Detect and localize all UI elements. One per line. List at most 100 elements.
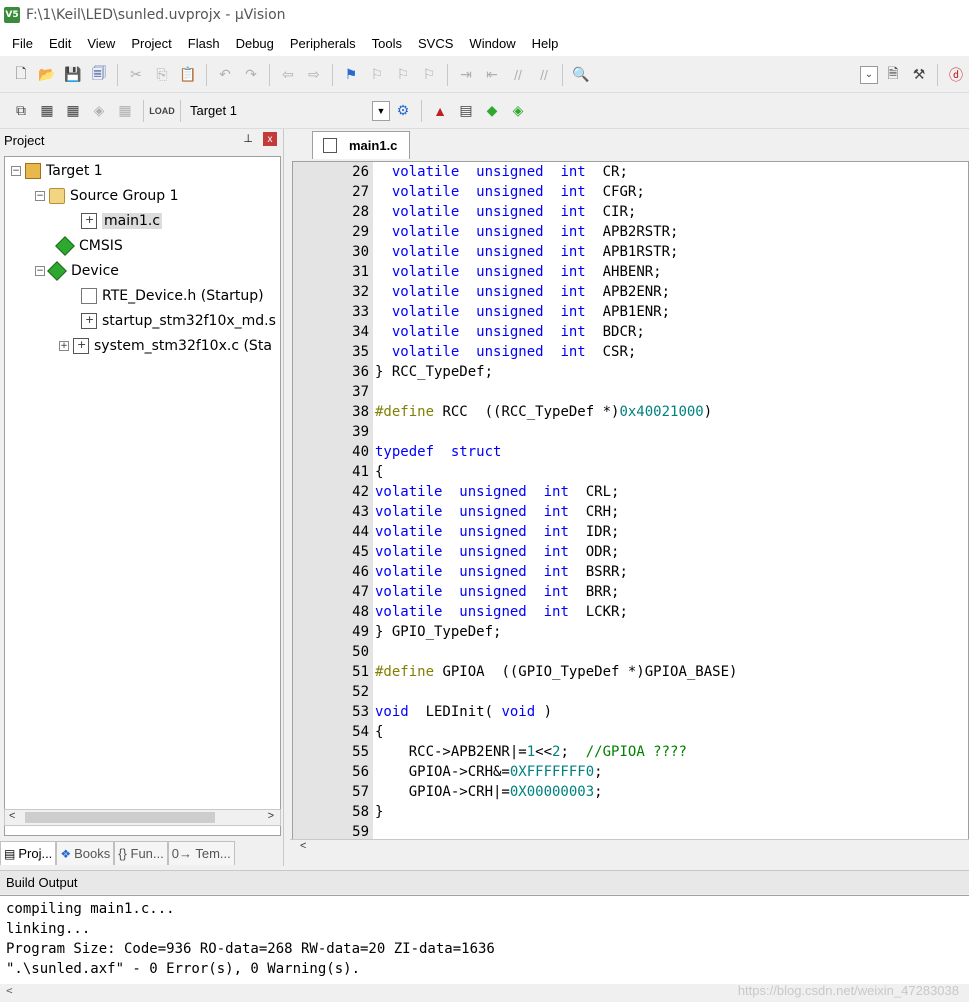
code-line[interactable]: 31 volatile unsigned int AHBENR; <box>293 262 968 282</box>
bookmark-icon[interactable]: ⚑ <box>340 64 362 86</box>
tab-templates[interactable]: 0→ Tem... <box>167 841 235 865</box>
batch-build-icon[interactable]: ◈ <box>88 100 110 122</box>
code-line[interactable]: 47 volatile unsigned int BRR; <box>293 582 968 602</box>
expand-icon[interactable]: + <box>59 341 69 351</box>
scroll-right-icon[interactable]: > <box>268 810 274 822</box>
open-folder-icon[interactable]: 📂 <box>36 64 58 86</box>
code-line[interactable]: 40 typedef struct <box>293 442 968 462</box>
tab-project[interactable]: ▤ Proj... <box>0 841 57 865</box>
nav-back-icon[interactable]: ⇦ <box>277 64 299 86</box>
menu-file[interactable]: File <box>4 36 41 51</box>
menu-tools[interactable]: Tools <box>364 36 410 51</box>
uncomment-icon[interactable]: // <box>533 64 555 86</box>
copy-icon[interactable]: ⎘ <box>151 64 173 86</box>
code-line[interactable]: 55 RCC->APB2ENR|=1<<2; //GPIOA ???? <box>293 742 968 762</box>
code-line[interactable]: 38 #define RCC ((RCC_TypeDef *)0x40021000… <box>293 402 968 422</box>
manage-rte-icon[interactable]: ◆ <box>481 100 503 122</box>
code-line[interactable]: 26 volatile unsigned int CR; <box>293 162 968 182</box>
tree-node-system-c[interactable]: + system_stm32f10x.c (Sta <box>59 335 272 357</box>
options-for-target-icon[interactable]: ⚙ <box>392 100 414 122</box>
code-line[interactable]: 46 volatile unsigned int BSRR; <box>293 562 968 582</box>
code-line[interactable]: 30 volatile unsigned int APB1RSTR; <box>293 242 968 262</box>
close-icon[interactable]: x <box>263 132 277 146</box>
code-line[interactable]: 58} <box>293 802 968 822</box>
code-line[interactable]: 34 volatile unsigned int BDCR; <box>293 322 968 342</box>
tree-node-device[interactable]: − Device <box>35 260 119 282</box>
redo-icon[interactable]: ↷ <box>240 64 262 86</box>
nav-forward-icon[interactable]: ⇨ <box>303 64 325 86</box>
tree-node-rte-device-h[interactable]: RTE_Device.h (Startup) <box>81 285 264 307</box>
comment-icon[interactable]: // <box>507 64 529 86</box>
translate-icon[interactable]: ⧉ <box>10 100 32 122</box>
download-icon[interactable]: LOAD <box>149 100 175 122</box>
new-file-icon[interactable]: 🗋 <box>10 64 32 86</box>
code-line[interactable]: 36} RCC_TypeDef; <box>293 362 968 382</box>
indent-icon[interactable]: ⇥ <box>455 64 477 86</box>
scroll-left-icon[interactable]: < <box>9 810 15 822</box>
code-line[interactable]: 42 volatile unsigned int CRL; <box>293 482 968 502</box>
unindent-icon[interactable]: ⇤ <box>481 64 503 86</box>
code-line[interactable]: 56 GPIOA->CRH&=0XFFFFFFF0; <box>293 762 968 782</box>
code-line[interactable]: 29 volatile unsigned int APB2RSTR; <box>293 222 968 242</box>
code-line[interactable]: 44 volatile unsigned int IDR; <box>293 522 968 542</box>
code-line[interactable]: 50 <box>293 642 968 662</box>
tree-node-target[interactable]: − Target 1 <box>11 160 103 182</box>
undo-icon[interactable]: ↶ <box>214 64 236 86</box>
rebuild-icon[interactable]: ▦ <box>62 100 84 122</box>
code-line[interactable]: 37 <box>293 382 968 402</box>
code-line[interactable]: 43 volatile unsigned int CRH; <box>293 502 968 522</box>
collapse-icon[interactable]: − <box>35 191 45 201</box>
code-line[interactable]: 51 #define GPIOA ((GPIO_TypeDef *)GPIOA_B… <box>293 662 968 682</box>
editor-hscrollbar[interactable]: < <box>290 839 969 856</box>
find-dropdown-icon[interactable]: ⌄ <box>860 65 878 84</box>
next-bookmark-icon[interactable]: ⚐ <box>392 64 414 86</box>
code-line[interactable]: 45 volatile unsigned int ODR; <box>293 542 968 562</box>
tab-functions[interactable]: {} Fun... <box>114 841 168 865</box>
menu-help[interactable]: Help <box>524 36 567 51</box>
code-line[interactable]: 52 <box>293 682 968 702</box>
scrollbar-thumb[interactable] <box>25 812 215 823</box>
tree-node-main1-c[interactable]: main1.c <box>81 210 163 232</box>
paste-icon[interactable]: 📋 <box>177 64 199 86</box>
code-line[interactable]: 48 volatile unsigned int LCKR; <box>293 602 968 622</box>
file-extensions-icon[interactable]: ▤ <box>455 100 477 122</box>
code-line[interactable]: 28 volatile unsigned int CIR; <box>293 202 968 222</box>
save-icon[interactable]: 💾 <box>62 64 84 86</box>
collapse-icon[interactable]: − <box>35 266 45 276</box>
scroll-left-icon[interactable]: < <box>6 984 13 997</box>
code-line[interactable]: 57 GPIOA->CRH|=0X00000003; <box>293 782 968 802</box>
target-select[interactable]: Target 1 ▼ <box>190 100 390 122</box>
code-line[interactable]: 33 volatile unsigned int APB1ENR; <box>293 302 968 322</box>
code-line[interactable]: 41 { <box>293 462 968 482</box>
code-line[interactable]: 54 { <box>293 722 968 742</box>
debug-session-icon[interactable]: ⓓ <box>945 64 967 86</box>
menu-flash[interactable]: Flash <box>180 36 228 51</box>
code-line[interactable]: 39 <box>293 422 968 442</box>
tree-node-startup-s[interactable]: startup_stm32f10x_md.s <box>81 310 276 332</box>
build-icon[interactable]: ▦ <box>36 100 58 122</box>
collapse-icon[interactable]: − <box>11 166 21 176</box>
code-editor[interactable]: 26 volatile unsigned int CR; 27 volatile … <box>292 161 969 841</box>
code-line[interactable]: 32 volatile unsigned int APB2ENR; <box>293 282 968 302</box>
clear-bookmarks-icon[interactable]: ⚐ <box>418 64 440 86</box>
scroll-left-icon[interactable]: < <box>300 840 306 852</box>
prev-bookmark-icon[interactable]: ⚐ <box>366 64 388 86</box>
stop-build-icon[interactable]: ▦ <box>114 100 136 122</box>
code-line[interactable]: 27 volatile unsigned int CFGR; <box>293 182 968 202</box>
save-all-icon[interactable]: 🗐 <box>88 64 110 86</box>
project-tree-scrollbar[interactable]: < > <box>4 809 281 826</box>
build-output-panel[interactable]: compiling main1.c... linking... Program … <box>0 895 969 1002</box>
code-line[interactable]: 49} GPIO_TypeDef; <box>293 622 968 642</box>
menu-edit[interactable]: Edit <box>41 36 79 51</box>
tree-node-cmsis[interactable]: CMSIS <box>55 235 123 257</box>
pack-installer-icon[interactable]: ◈ <box>507 100 529 122</box>
chevron-down-icon[interactable]: ▼ <box>372 100 390 121</box>
pin-icon[interactable]: ⊥ <box>243 132 253 145</box>
browse-icon[interactable]: ⚒ <box>908 64 930 86</box>
menu-svcs[interactable]: SVCS <box>410 36 461 51</box>
tab-books[interactable]: ❖ Books <box>56 841 115 865</box>
menu-debug[interactable]: Debug <box>228 36 282 51</box>
menu-window[interactable]: Window <box>461 36 523 51</box>
code-line[interactable]: 35 volatile unsigned int CSR; <box>293 342 968 362</box>
menu-view[interactable]: View <box>79 36 123 51</box>
